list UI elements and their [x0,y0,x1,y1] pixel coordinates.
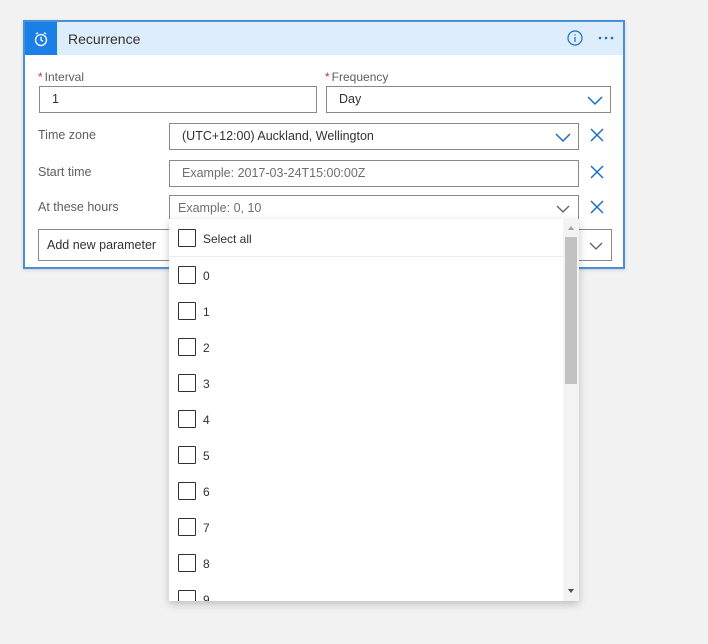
hour-option-label: 8 [203,557,210,571]
frequency-select[interactable]: Day [326,86,611,113]
hour-option-label: 4 [203,413,210,427]
hour-checkbox[interactable] [178,554,196,572]
remove-start-time-button[interactable] [589,164,605,180]
remove-at-these-hours-button[interactable] [589,199,605,215]
hour-option-6[interactable]: 6 [169,473,563,509]
select-all-checkbox[interactable] [178,229,196,247]
card-header[interactable]: Recurrence [25,22,623,55]
hour-checkbox[interactable] [178,302,196,320]
hour-checkbox[interactable] [178,374,196,392]
frequency-label-text: Frequency [331,70,389,84]
start-time-placeholder: Example: 2017-03-24T15:00:00Z [182,166,366,180]
hour-option-4[interactable]: 4 [169,401,563,437]
hour-option-9[interactable]: 9 [169,581,563,601]
time-zone-label: Time zone [38,128,96,142]
hour-checkbox[interactable] [178,410,196,428]
hour-option-2[interactable]: 2 [169,329,563,365]
hour-option-label: 5 [203,449,210,463]
ellipsis-icon[interactable] [597,28,615,48]
close-icon [590,200,604,214]
select-all-label: Select all [203,232,252,246]
hour-checkbox[interactable] [178,446,196,464]
required-mark: * [325,70,330,84]
scroll-down-arrow-icon[interactable] [563,584,579,598]
frequency-value: Day [339,92,362,106]
hour-option-label: 0 [203,269,210,283]
hour-option-7[interactable]: 7 [169,509,563,545]
hour-option-8[interactable]: 8 [169,545,563,581]
hour-option-label: 9 [203,593,210,601]
interval-label-text: Interval [44,70,85,84]
hour-option-label: 6 [203,485,210,499]
alarm-clock-icon [25,22,57,55]
time-zone-value: (UTC+12:00) Auckland, Wellington [182,129,374,143]
card-title: Recurrence [68,31,141,47]
interval-input[interactable]: 1 [39,86,317,113]
dropdown-scrollbar[interactable] [563,219,579,601]
chevron-down-icon [555,133,571,143]
chevron-down-icon [587,96,603,106]
info-icon[interactable] [567,30,583,46]
hours-dropdown-list[interactable]: Select all 0 1 2 3 4 5 6 7 8 9 [169,219,579,601]
scroll-thumb[interactable] [565,237,577,384]
hour-option-3[interactable]: 3 [169,365,563,401]
at-these-hours-placeholder: Example: 0, 10 [178,201,262,215]
select-all-option[interactable]: Select all [169,219,563,257]
hour-checkbox[interactable] [178,518,196,536]
time-zone-select[interactable]: (UTC+12:00) Auckland, Wellington [169,123,579,150]
hour-option-5[interactable]: 5 [169,437,563,473]
chevron-down-icon [556,205,570,213]
hour-checkbox[interactable] [178,266,196,284]
hour-checkbox[interactable] [178,590,196,601]
hour-option-label: 1 [203,305,210,319]
remove-time-zone-button[interactable] [589,127,605,143]
close-icon [590,128,604,142]
hour-checkbox[interactable] [178,482,196,500]
hour-checkbox[interactable] [178,338,196,356]
hour-option-label: 7 [203,521,210,535]
frequency-label: * Frequency [325,70,388,84]
chevron-down-icon [589,242,603,250]
hour-option-label: 2 [203,341,210,355]
scroll-up-arrow-icon[interactable] [563,221,579,235]
hour-option-0[interactable]: 0 [169,257,563,293]
interval-label: * Interval [38,70,84,84]
at-these-hours-select[interactable]: Example: 0, 10 [169,195,579,221]
interval-value: 1 [52,92,59,106]
close-icon [590,165,604,179]
hour-option-1[interactable]: 1 [169,293,563,329]
required-mark: * [38,70,43,84]
at-these-hours-label: At these hours [38,200,119,214]
hour-option-label: 3 [203,377,210,391]
start-time-label: Start time [38,165,92,179]
add-new-parameter-label: Add new parameter [47,238,157,252]
start-time-input[interactable]: Example: 2017-03-24T15:00:00Z [169,160,579,187]
